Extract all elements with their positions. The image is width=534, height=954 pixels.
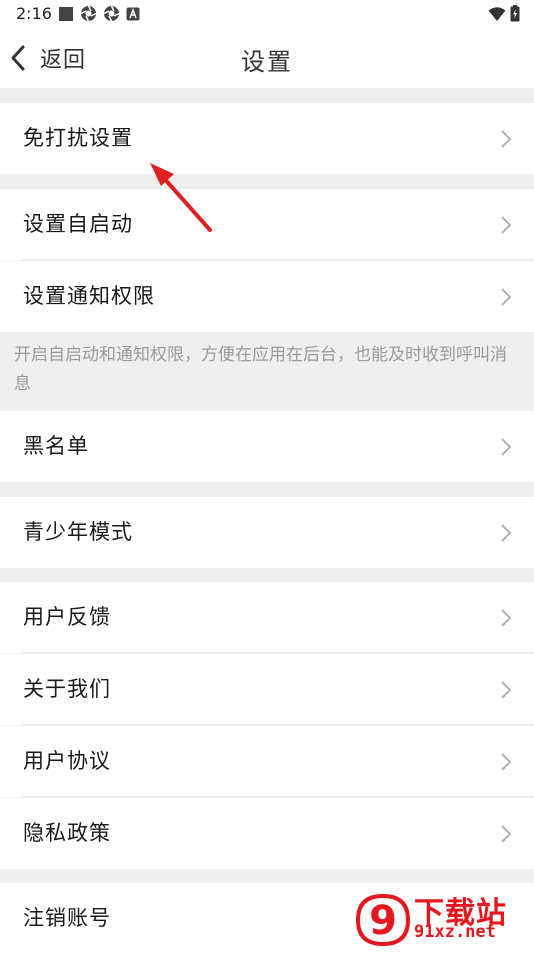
divider <box>22 259 534 260</box>
row-youth-mode[interactable]: 青少年模式 <box>0 497 534 568</box>
app-header: 返回 设置 <box>0 28 534 88</box>
chevron-right-icon <box>501 753 512 771</box>
permission-hint: 开启自启动和通知权限，方便在应用在后台，也能及时收到呼叫消息 <box>0 332 534 410</box>
row-do-not-disturb[interactable]: 免打扰设置 <box>0 103 534 174</box>
chevron-right-icon <box>501 609 512 627</box>
row-feedback[interactable]: 用户反馈 <box>0 582 534 653</box>
divider <box>22 652 534 653</box>
watermark: 9 下载站 91xz.net <box>354 890 530 950</box>
battery-charging-icon <box>510 5 520 22</box>
chevron-right-icon <box>501 288 512 306</box>
watermark-logo-text: 9 <box>369 898 397 944</box>
row-label: 隐私政策 <box>23 821 111 845</box>
row-label: 设置通知权限 <box>23 284 155 308</box>
status-bar: 2:16 <box>0 0 534 28</box>
row-privacy-policy[interactable]: 隐私政策 <box>0 798 534 869</box>
aperture-icon <box>80 5 97 22</box>
page-title: 设置 <box>241 48 293 76</box>
row-auto-start[interactable]: 设置自启动 <box>0 189 534 260</box>
watermark-url: 91xz.net <box>414 922 496 942</box>
row-blacklist[interactable]: 黑名单 <box>0 411 534 482</box>
row-label: 注销账号 <box>23 906 111 930</box>
status-time: 2:16 <box>16 4 52 23</box>
row-about-us[interactable]: 关于我们 <box>0 654 534 725</box>
divider <box>22 796 534 797</box>
wifi-icon <box>488 6 506 21</box>
chevron-right-icon <box>501 681 512 699</box>
status-system-icons <box>488 5 520 22</box>
chevron-right-icon <box>501 130 512 148</box>
row-label: 免打扰设置 <box>23 126 133 150</box>
row-label: 设置自启动 <box>23 212 133 236</box>
aperture-icon <box>103 5 120 22</box>
status-notification-icons <box>58 5 140 22</box>
letter-a-icon <box>126 7 140 20</box>
row-label: 关于我们 <box>23 677 111 701</box>
row-notification-permission[interactable]: 设置通知权限 <box>0 261 534 332</box>
row-user-agreement[interactable]: 用户协议 <box>0 726 534 797</box>
watermark-logo-icon: 9 <box>355 893 411 947</box>
chevron-right-icon <box>501 438 512 456</box>
divider <box>22 724 534 725</box>
chevron-right-icon <box>501 825 512 843</box>
row-label: 用户反馈 <box>23 605 111 629</box>
chevron-right-icon <box>501 524 512 542</box>
square-app-icon <box>59 6 73 21</box>
row-label: 青少年模式 <box>23 520 133 544</box>
row-label: 黑名单 <box>23 434 89 458</box>
row-label: 用户协议 <box>23 749 111 773</box>
chevron-right-icon <box>501 216 512 234</box>
permission-hint-text: 开启自启动和通知权限，方便在应用在后台，也能及时收到呼叫消息 <box>14 345 507 394</box>
